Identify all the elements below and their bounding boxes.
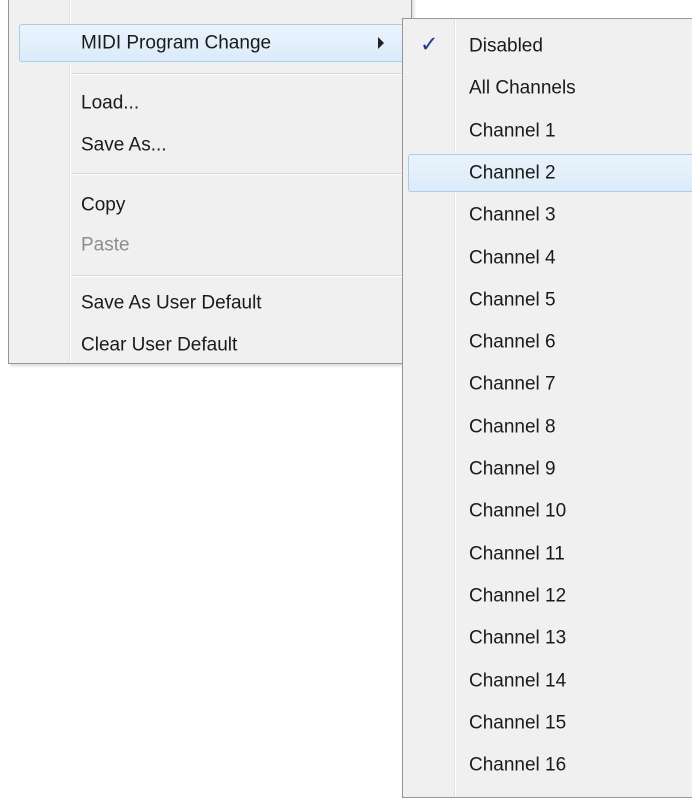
menu-separator xyxy=(71,73,409,75)
submenu-item-label: Channel 14 xyxy=(469,670,567,691)
submenu-item-label: Channel 13 xyxy=(469,627,567,649)
menu-item-label: Copy xyxy=(81,194,126,216)
menu-item-clear-user-default[interactable]: Clear User Default xyxy=(9,325,411,365)
submenu-item-channel-8[interactable]: Channel 8 xyxy=(403,408,692,446)
submenu-item-label: Channel 4 xyxy=(469,247,556,268)
submenu-item-label: Channel 3 xyxy=(469,204,556,226)
submenu-item-channel-11[interactable]: Channel 11 xyxy=(403,535,692,573)
menu-item-load[interactable]: Load... xyxy=(9,83,411,123)
menu-separator xyxy=(71,173,409,175)
submenu-item-label: Channel 10 xyxy=(469,500,567,522)
submenu-item-label: Channel 1 xyxy=(469,120,556,142)
checkmark-icon: ✓ xyxy=(420,32,439,58)
submenu-item-all-channels[interactable]: All Channels xyxy=(403,69,692,107)
menu-item-copy[interactable]: Copy xyxy=(9,185,411,225)
submenu-item-channel-7[interactable]: Channel 7 xyxy=(403,365,692,403)
menu-item-label: MIDI Program Change xyxy=(81,32,272,54)
submenu-item-channel-9[interactable]: Channel 9 xyxy=(403,450,692,488)
submenu-item-channel-6[interactable]: Channel 6 xyxy=(403,323,692,361)
submenu-item-label: Channel 7 xyxy=(469,373,556,395)
submenu-arrow-icon xyxy=(378,37,384,49)
submenu-item-label: Disabled xyxy=(469,35,543,57)
submenu-item-label: All Channels xyxy=(469,77,576,99)
submenu-item-channel-2[interactable]: Channel 2 xyxy=(408,153,692,192)
submenu-item-label: Channel 8 xyxy=(469,416,556,438)
submenu-item-label: Channel 16 xyxy=(469,754,567,776)
submenu-item-channel-3[interactable]: Channel 3 xyxy=(403,196,692,234)
submenu-item-label: Channel 11 xyxy=(469,543,565,565)
submenu-item-channel-13[interactable]: Channel 13 xyxy=(403,619,692,657)
menu-item-paste: Paste xyxy=(9,225,411,265)
submenu-item-channel-14[interactable]: Channel 14 xyxy=(403,662,692,700)
menu-item-label: Clear User Default xyxy=(81,334,238,356)
submenu-item-label: Channel 12 xyxy=(469,585,567,607)
submenu-item-label: Channel 9 xyxy=(469,458,556,480)
submenu-item-label: Channel 2 xyxy=(469,162,556,184)
submenu-item-label: Channel 6 xyxy=(469,331,556,353)
submenu-midi-program-change: ✓ Disabled All Channels Channel 1 Channel 2 C… xyxy=(402,18,692,798)
submenu-item-channel-4[interactable]: Channel 4 xyxy=(403,239,692,277)
menu-separator xyxy=(71,275,409,277)
menu-item-save-as[interactable]: Save As... xyxy=(9,125,411,165)
menu-item-label: Save As User Default xyxy=(81,292,262,314)
submenu-item-label: Channel 5 xyxy=(469,289,556,311)
submenu-item-channel-12[interactable]: Channel 12 xyxy=(403,577,692,615)
submenu-item-label: Channel 15 xyxy=(469,712,567,734)
submenu-item-disabled[interactable]: ✓ Disabled xyxy=(403,27,692,65)
submenu-item-channel-10[interactable]: Channel 10 xyxy=(403,492,692,530)
submenu-item-channel-15[interactable]: Channel 15 xyxy=(403,704,692,742)
submenu-item-channel-5[interactable]: Channel 5 xyxy=(403,281,692,319)
menu-item-midi-program-change[interactable]: MIDI Program Change xyxy=(19,24,405,62)
submenu-item-channel-16[interactable]: Channel 16 xyxy=(403,746,692,784)
menu-item-label: Paste xyxy=(81,234,130,256)
menu-item-label: Save As... xyxy=(81,134,167,156)
submenu-item-channel-1[interactable]: Channel 1 xyxy=(403,112,692,150)
menu-item-label: Load... xyxy=(81,92,140,114)
menu-item-save-as-user-default[interactable]: Save As User Default xyxy=(9,283,411,323)
context-menu: MIDI Program Change Load... Save As... C… xyxy=(8,0,412,364)
